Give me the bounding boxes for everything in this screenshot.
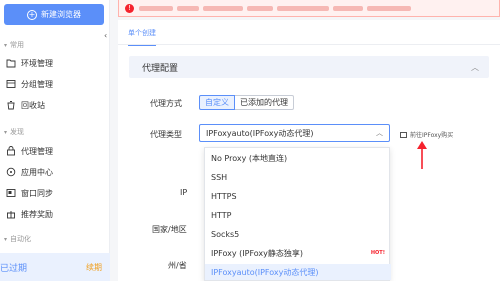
sidebar-item-group[interactable]: 分组管理 <box>6 77 53 91</box>
dropdown-option[interactable]: Socks5 <box>205 226 391 242</box>
tab-divider <box>118 44 500 45</box>
warning-icon: ! <box>125 3 134 13</box>
option-label: IPFoxyauto(IPFoxy动态代理) <box>211 267 319 277</box>
main-panel: 单个创建 代理配置 ︿ 代理方式 自定义 已添加的代理 代理类型 IPFoxya… <box>118 20 500 281</box>
redacted-text <box>277 5 329 11</box>
sidebar-item-proxy[interactable]: 代理管理 <box>6 144 53 158</box>
sidebar-item-apps[interactable]: 应用中心 <box>6 165 53 179</box>
red-pointer-arrow-icon <box>417 141 427 169</box>
proxy-icon <box>7 146 15 156</box>
proxy-mode-custom[interactable]: 自定义 <box>199 95 235 110</box>
section-common-label: 常用 <box>10 41 25 49</box>
section-common[interactable]: ▾ 常用 <box>4 40 24 50</box>
option-label: HTTP <box>211 210 232 220</box>
plus-icon: + <box>27 9 37 20</box>
sidebar-item-sync-label: 窗口同步 <box>21 188 53 198</box>
hot-badge: HOT! <box>370 250 385 256</box>
sidebar-item-referral[interactable]: 推荐奖励 <box>6 207 53 221</box>
dropdown-option[interactable]: SSH <box>205 169 391 185</box>
sidebar-item-referral-label: 推荐奖励 <box>21 209 53 219</box>
dropdown-option-selected[interactable]: IPFoxyauto(IPFoxy动态代理) <box>205 264 391 280</box>
caret-down-icon: ▾ <box>4 128 8 136</box>
state-label: 州/省 <box>168 261 187 270</box>
top-notice-banner: ! <box>118 0 500 17</box>
proxy-type-label: 代理类型 <box>150 130 182 139</box>
sidebar-item-env[interactable]: 环境管理 <box>6 56 53 70</box>
redacted-text <box>203 5 243 11</box>
proxy-mode-label: 代理方式 <box>150 99 182 108</box>
redacted-text <box>367 5 411 11</box>
section-automation[interactable]: ▾ 自动化 <box>4 234 31 244</box>
caret-down-icon: ▾ <box>4 41 8 49</box>
section-discover[interactable]: ▾ 发现 <box>4 127 24 137</box>
chevron-up-icon[interactable]: ︿ <box>471 62 479 73</box>
ip-label: IP <box>180 188 188 197</box>
section-automation-label: 自动化 <box>10 235 32 243</box>
proxy-type-dropdown: No Proxy (本地直连) SSH HTTPS HTTP Socks5 IP… <box>204 147 391 281</box>
proxy-mode-toggle: 自定义 已添加的代理 <box>199 95 294 110</box>
expiry-status: 已过期 <box>0 263 28 274</box>
dropdown-option[interactable]: IPFoxy (IPFoxy静态独享) HOT! <box>205 245 391 261</box>
caret-down-icon: ▾ <box>4 235 8 243</box>
gift-icon <box>7 211 15 219</box>
option-label: Socks5 <box>211 229 240 239</box>
trash-icon <box>7 101 15 110</box>
option-label: IPFoxy (IPFoxy静态独享) <box>211 248 304 258</box>
option-label: HTTPS <box>211 191 237 201</box>
link-icon <box>400 131 407 138</box>
redacted-text <box>247 5 273 11</box>
proxy-config-header[interactable]: 代理配置 ︿ <box>129 56 489 78</box>
option-label: SSH <box>211 172 228 182</box>
country-label: 国家/地区 <box>152 225 187 234</box>
redacted-text <box>177 5 199 11</box>
expiry-bar: 已过期 续期 <box>0 253 110 281</box>
sidebar: + 新建浏览器 ‹ ▾ 常用 环境管理 分组管理 回收站 ▾ 发现 代理管理 应… <box>0 0 110 281</box>
option-label: No Proxy (本地直连) <box>211 153 288 163</box>
buy-ipfoxy-link[interactable]: 前往IPFoxy购买 <box>400 130 453 139</box>
renew-link[interactable]: 续期 <box>86 262 102 273</box>
sidebar-item-apps-label: 应用中心 <box>21 167 53 177</box>
group-icon <box>6 80 16 88</box>
window-sync-icon <box>6 189 16 197</box>
dropdown-option[interactable]: No Proxy (本地直连) <box>205 150 391 166</box>
dropdown-option[interactable]: HTTP <box>205 207 391 223</box>
folder-icon <box>6 59 16 68</box>
dropdown-option[interactable]: HTTPS <box>205 188 391 204</box>
proxy-mode-saved[interactable]: 已添加的代理 <box>235 95 294 110</box>
proxy-type-select[interactable]: IPFoxyauto(IPFoxy动态代理) ︿ <box>199 124 390 142</box>
sidebar-item-sync[interactable]: 窗口同步 <box>6 186 53 200</box>
sidebar-item-recycle[interactable]: 回收站 <box>6 98 45 112</box>
sidebar-item-env-label: 环境管理 <box>21 58 53 68</box>
new-browser-label: 新建浏览器 <box>41 10 81 19</box>
collapse-sidebar-icon[interactable]: ‹ <box>104 31 112 41</box>
buy-ipfoxy-label: 前往IPFoxy购买 <box>410 132 454 139</box>
sidebar-item-group-label: 分组管理 <box>21 79 53 89</box>
chevron-up-icon: ︿ <box>376 129 383 137</box>
sidebar-item-recycle-label: 回收站 <box>21 100 45 110</box>
proxy-config-title: 代理配置 <box>142 63 179 74</box>
new-browser-button[interactable]: + 新建浏览器 <box>4 4 104 25</box>
sidebar-item-proxy-label: 代理管理 <box>21 146 53 156</box>
redacted-text <box>333 5 363 11</box>
proxy-type-value: IPFoxyauto(IPFoxy动态代理) <box>206 128 314 138</box>
section-discover-label: 发现 <box>10 128 25 136</box>
apps-icon <box>6 167 16 177</box>
redacted-text <box>139 5 173 11</box>
